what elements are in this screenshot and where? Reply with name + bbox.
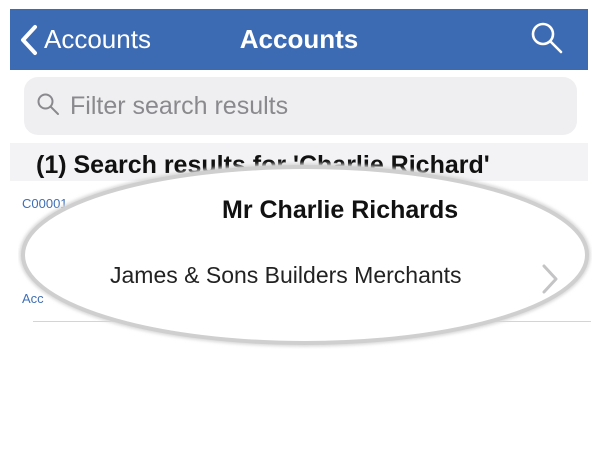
navigation-bar: Accounts Accounts xyxy=(10,9,588,70)
filter-search-input[interactable] xyxy=(68,90,552,122)
account-code: C00001 xyxy=(22,196,68,211)
contact-name: Mr Charlie Richards xyxy=(222,196,459,224)
filter-search-field[interactable] xyxy=(24,77,577,135)
chevron-right-icon xyxy=(540,263,560,300)
account-label: Acc xyxy=(22,291,44,306)
search-icon xyxy=(530,22,564,59)
results-count-label: (1) Search results for 'Charlie Richard' xyxy=(36,151,490,179)
search-button[interactable] xyxy=(530,21,564,60)
search-icon xyxy=(24,92,60,121)
chevron-left-icon xyxy=(20,24,38,56)
company-name: James & Sons Builders Merchants xyxy=(110,262,462,288)
back-button[interactable]: Accounts xyxy=(20,9,151,70)
results-section-header: (1) Search results for 'Charlie Richard' xyxy=(10,143,588,181)
row-divider xyxy=(33,321,591,322)
back-button-label: Accounts xyxy=(44,24,151,54)
